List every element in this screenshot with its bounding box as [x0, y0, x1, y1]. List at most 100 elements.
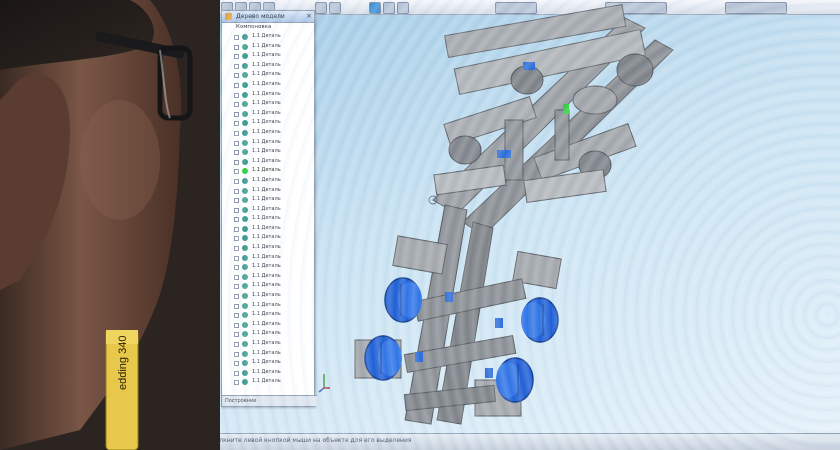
tree-item[interactable]: 1.1 Деталь	[222, 42, 314, 52]
tree-item[interactable]: 1.1 Деталь	[222, 377, 314, 387]
tree-item[interactable]: 1.1 Деталь	[222, 329, 314, 339]
wheel-front-right	[521, 297, 559, 343]
tree-item-label: 1.1 Деталь	[252, 359, 281, 366]
tree-item-label: 1.1 Деталь	[252, 80, 281, 87]
tree-expander-icon[interactable]	[234, 178, 239, 184]
tree-expander-icon[interactable]	[234, 332, 239, 338]
tree-expander-icon[interactable]	[234, 140, 239, 146]
tree-item[interactable]: 1.1 Деталь	[222, 128, 314, 138]
tree-item[interactable]: 1.1 Деталь	[222, 147, 314, 157]
tree-expander-icon[interactable]	[234, 111, 239, 117]
tree-expander-icon[interactable]	[234, 236, 239, 242]
tree-item-label: 1.1 Деталь	[252, 215, 281, 222]
tree-expander-icon[interactable]	[234, 73, 239, 79]
tree-item[interactable]: 1.1 Деталь	[222, 310, 314, 320]
part-icon	[242, 34, 248, 40]
tree-expander-icon[interactable]	[234, 370, 239, 376]
tree-item-list: 1.1 Деталь 1.1 Деталь 1.1 Деталь 1.1 Деталь…	[222, 32, 314, 387]
tree-expander-icon[interactable]	[234, 303, 239, 309]
tree-item[interactable]: 1.1 Деталь	[222, 166, 314, 176]
tree-item-label: 1.1 Деталь	[252, 33, 281, 39]
tree-item[interactable]: 1.1 Деталь	[222, 205, 314, 215]
tree-expander-icon[interactable]	[234, 342, 239, 347]
tree-item[interactable]: 1.1 Деталь	[222, 99, 314, 109]
tree-item[interactable]: 1.1 Деталь	[222, 291, 314, 301]
tree-expander-icon[interactable]	[234, 322, 239, 328]
tree-item[interactable]: 1.1 Деталь	[222, 61, 314, 71]
tree-item[interactable]: 1.1 Деталь	[222, 80, 314, 90]
tree-expander-icon[interactable]	[234, 44, 239, 50]
tree-item[interactable]: 1.1 Деталь	[222, 368, 314, 378]
tree-item[interactable]: 1.1 Деталь	[222, 281, 314, 291]
tree-expander-icon[interactable]	[234, 313, 239, 319]
model-tree-panel: Дерево модели × Компоновка 1.1 Деталь 1.1…	[221, 10, 317, 407]
tree-item-label: 1.1 Деталь	[252, 128, 281, 135]
tree-item[interactable]: 1.1 Деталь	[222, 349, 314, 359]
tree-item[interactable]: 1.1 Деталь	[222, 358, 314, 368]
tree-item[interactable]: 1.1 Деталь	[222, 90, 314, 100]
part-icon	[242, 62, 248, 69]
tree-item[interactable]: 1.1 Деталь	[222, 32, 314, 42]
tree-expander-icon[interactable]	[234, 246, 239, 252]
tree-expander-icon[interactable]	[234, 102, 239, 108]
wheel-rear-right	[496, 357, 534, 403]
tree-panel-footer[interactable]: Построение	[222, 395, 317, 406]
tree-item[interactable]: 1.1 Деталь	[222, 214, 314, 224]
tree-expander-icon[interactable]	[234, 274, 239, 280]
tree-expander-icon[interactable]	[234, 351, 239, 357]
tree-expander-icon[interactable]	[234, 226, 239, 232]
tree-expander-icon[interactable]	[234, 63, 239, 69]
tree-item[interactable]: 1.1 Деталь	[222, 70, 314, 80]
tree-expander-icon[interactable]	[234, 159, 239, 165]
tree-expander-icon[interactable]	[234, 294, 239, 300]
tree-expander-icon[interactable]	[234, 150, 239, 156]
tree-item-label: 1.1 Деталь	[252, 42, 281, 49]
tree-item[interactable]: 1.1 Деталь	[222, 186, 314, 196]
tree-item[interactable]: 1.1 Деталь	[222, 272, 314, 282]
tree-item[interactable]: 1.1 Деталь	[222, 138, 314, 148]
tree-item-label: 1.1 Деталь	[252, 52, 281, 59]
tree-item[interactable]: 1.1 Деталь	[222, 253, 314, 263]
tree-expander-icon[interactable]	[234, 169, 239, 175]
part-icon	[242, 110, 248, 117]
tree-item[interactable]: 1.1 Деталь	[222, 339, 314, 349]
part-icon	[242, 235, 248, 242]
marker-pen: edding 340	[105, 330, 139, 450]
tree-item[interactable]: 1.1 Деталь	[222, 109, 314, 119]
tree-expander-icon[interactable]	[234, 188, 239, 194]
tree-root-node[interactable]: Компоновка	[222, 23, 314, 32]
tree-item[interactable]: 1.1 Деталь	[222, 224, 314, 234]
marker-label: edding 340	[117, 336, 129, 390]
tree-item[interactable]: 1.1 Деталь	[222, 118, 314, 128]
tree-item[interactable]: 1.1 Деталь	[222, 195, 314, 205]
tree-expander-icon[interactable]	[234, 130, 239, 136]
tree-item[interactable]: 1.1 Деталь	[222, 176, 314, 186]
tree-item[interactable]: 1.1 Деталь	[222, 157, 314, 167]
tree-item[interactable]: 1.1 Деталь	[222, 233, 314, 243]
close-icon[interactable]: ×	[306, 12, 312, 21]
part-icon	[242, 158, 248, 165]
tree-expander-icon[interactable]	[234, 121, 239, 127]
part-icon	[242, 225, 248, 232]
tree-expander-icon[interactable]	[234, 54, 239, 60]
tree-item[interactable]: 1.1 Деталь	[222, 243, 314, 253]
tree-expander-icon[interactable]	[234, 380, 239, 386]
tree-expander-icon[interactable]	[234, 265, 239, 271]
monitor-screen: Дерево модели × Компоновка 1.1 Деталь 1.1…	[205, 0, 840, 450]
part-icon	[242, 283, 248, 290]
tree-expander-icon[interactable]	[234, 255, 239, 261]
tree-expander-icon[interactable]	[234, 92, 239, 98]
tree-expander-icon[interactable]	[234, 361, 239, 367]
tree-panel-header: Дерево модели ×	[222, 11, 314, 23]
tree-item[interactable]: 1.1 Деталь	[222, 320, 314, 330]
tree-item[interactable]: 1.1 Деталь	[222, 301, 314, 311]
tree-item[interactable]: 1.1 Деталь	[222, 51, 314, 61]
tree-expander-icon[interactable]	[234, 82, 239, 88]
tree-expander-icon[interactable]	[234, 217, 239, 223]
tree-panel-title: Дерево модели	[236, 13, 285, 20]
tree-expander-icon[interactable]	[234, 284, 239, 290]
tree-expander-icon[interactable]	[234, 207, 239, 213]
tree-expander-icon[interactable]	[234, 35, 239, 40]
tree-item[interactable]: 1.1 Деталь	[222, 262, 314, 272]
tree-expander-icon[interactable]	[234, 198, 239, 204]
